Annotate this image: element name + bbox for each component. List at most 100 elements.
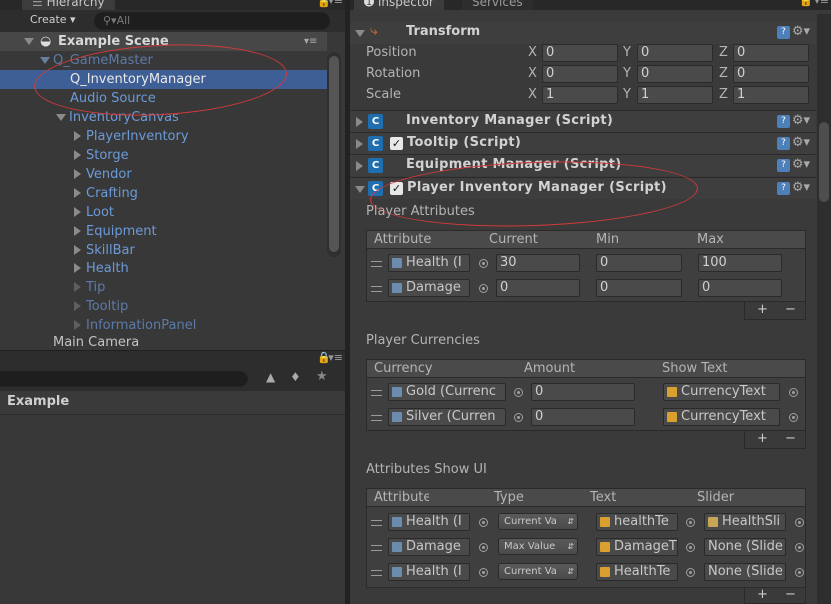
hierarchy-item-tip[interactable]: Tip (0, 278, 327, 297)
axis-x-label[interactable]: X (528, 43, 537, 62)
amount-field[interactable]: 0 (531, 383, 635, 401)
panel-menu-icon[interactable]: ▾≡ (814, 0, 829, 7)
object-picker-icon[interactable] (479, 568, 488, 577)
collapsed-triangle-icon[interactable] (356, 139, 363, 149)
gear-icon[interactable]: ⚙▾ (792, 157, 810, 172)
help-icon[interactable]: ? (777, 137, 790, 150)
slider-object-field[interactable]: None (Slide (704, 538, 786, 556)
rotation-x-field[interactable]: 0 (542, 65, 618, 83)
scale-x-field[interactable]: 1 (542, 86, 618, 104)
collapsed-triangle-icon[interactable] (74, 263, 81, 273)
remove-button[interactable]: − (785, 587, 796, 602)
filter-label-icon[interactable]: ♦ (290, 370, 301, 384)
scale-y-field[interactable]: 1 (637, 86, 713, 104)
help-icon[interactable]: ? (777, 159, 790, 172)
rotation-y-field[interactable]: 0 (637, 65, 713, 83)
attribute-object-field[interactable]: Health (I (388, 254, 470, 272)
hierarchy-item-equipment[interactable]: Equipment (0, 222, 327, 241)
current-field[interactable]: 30 (496, 254, 580, 272)
gear-icon[interactable]: ⚙▾ (792, 180, 810, 195)
min-field[interactable]: 0 (596, 254, 682, 272)
scale-z-field[interactable]: 1 (733, 86, 809, 104)
expand-triangle-icon[interactable] (56, 114, 66, 121)
hierarchy-item-vendor[interactable]: Vendor (0, 165, 327, 184)
panel-menu-icon[interactable]: ▾≡ (328, 351, 343, 364)
axis-x-label[interactable]: X (528, 85, 537, 104)
hierarchy-scrollbar[interactable] (327, 52, 341, 257)
drag-handle-icon[interactable] (371, 520, 382, 526)
collapsed-triangle-icon[interactable] (74, 131, 81, 141)
collapsed-triangle-icon[interactable] (74, 207, 81, 217)
show-text-object-field[interactable]: CurrencyText (663, 383, 780, 401)
object-picker-icon[interactable] (686, 568, 695, 577)
expand-triangle-icon[interactable] (355, 30, 365, 37)
min-field[interactable]: 0 (596, 279, 682, 297)
object-picker-icon[interactable] (686, 518, 695, 527)
remove-button[interactable]: − (785, 302, 796, 317)
attribute-object-field[interactable]: Health (I (388, 563, 470, 581)
position-x-field[interactable]: 0 (542, 44, 618, 62)
collapsed-triangle-icon[interactable] (74, 150, 81, 160)
collapsed-triangle-icon[interactable] (74, 245, 81, 255)
component-tooltip[interactable]: C ✓ Tooltip (Script) ? ⚙▾ (350, 132, 816, 154)
filter-type-icon[interactable]: ▲ (266, 370, 275, 384)
enabled-checkbox[interactable]: ✓ (390, 137, 403, 150)
drag-handle-icon[interactable] (371, 261, 382, 267)
drag-handle-icon[interactable] (371, 545, 382, 551)
scene-menu-icon[interactable]: ▾≡ (304, 32, 317, 51)
component-inventory-manager[interactable]: C Inventory Manager (Script) ? ⚙▾ (350, 110, 816, 132)
hierarchy-item-storge[interactable]: Storge (0, 146, 327, 165)
object-picker-icon[interactable] (479, 518, 488, 527)
hierarchy-item-skillbar[interactable]: SkillBar (0, 241, 327, 260)
expand-triangle-icon[interactable] (355, 186, 365, 193)
add-button[interactable]: + (757, 587, 768, 602)
tab-inspector[interactable]: ➊ Inspector (354, 0, 444, 10)
drag-handle-icon[interactable] (371, 286, 382, 292)
help-icon[interactable]: ? (777, 182, 790, 195)
add-button[interactable]: + (757, 431, 768, 446)
help-icon[interactable]: ? (777, 26, 790, 39)
create-button[interactable]: Create ▾ (30, 13, 76, 26)
show-text-object-field[interactable]: CurrencyText (663, 408, 780, 426)
collapsed-triangle-icon[interactable] (74, 169, 81, 179)
axis-y-label[interactable]: Y (623, 64, 631, 83)
collapsed-triangle-icon[interactable] (356, 117, 363, 127)
expand-triangle-icon[interactable] (24, 38, 34, 45)
collapsed-triangle-icon[interactable] (356, 161, 363, 171)
object-picker-icon[interactable] (789, 413, 798, 422)
currency-object-field[interactable]: Gold (Currenc (388, 383, 506, 401)
object-picker-icon[interactable] (479, 284, 488, 293)
object-picker-icon[interactable] (795, 568, 804, 577)
hierarchy-item-tooltip[interactable]: Tooltip (0, 297, 327, 316)
object-picker-icon[interactable] (686, 543, 695, 552)
attribute-object-field[interactable]: Damage (388, 279, 470, 297)
hierarchy-item-crafting[interactable]: Crafting (0, 184, 327, 203)
object-picker-icon[interactable] (795, 543, 804, 552)
object-picker-icon[interactable] (514, 388, 523, 397)
transform-header[interactable]: ⤷ Transform ? ⚙▾ (350, 22, 816, 44)
collapsed-triangle-icon[interactable] (74, 282, 81, 292)
slider-object-field[interactable]: None (Slide (704, 563, 786, 581)
attribute-object-field[interactable]: Damage (388, 538, 470, 556)
max-field[interactable]: 100 (698, 254, 782, 272)
axis-z-label[interactable]: Z (719, 43, 728, 62)
hierarchy-item-loot[interactable]: Loot (0, 203, 327, 222)
rotation-z-field[interactable]: 0 (733, 65, 809, 83)
drag-handle-icon[interactable] (371, 390, 382, 396)
axis-z-label[interactable]: Z (719, 85, 728, 104)
position-y-field[interactable]: 0 (637, 44, 713, 62)
object-picker-icon[interactable] (795, 518, 804, 527)
currency-object-field[interactable]: Silver (Curren (388, 408, 506, 426)
scroll-thumb[interactable] (819, 122, 829, 202)
max-field[interactable]: 0 (698, 279, 782, 297)
current-field[interactable]: 0 (496, 279, 580, 297)
axis-y-label[interactable]: Y (623, 85, 631, 104)
gear-icon[interactable]: ⚙▾ (792, 24, 810, 39)
remove-button[interactable]: − (785, 431, 796, 446)
inspector-scrollbar[interactable] (817, 14, 831, 604)
drag-handle-icon[interactable] (371, 415, 382, 421)
type-dropdown[interactable]: Current Va ⇵ (498, 513, 578, 530)
collapsed-triangle-icon[interactable] (74, 226, 81, 236)
object-picker-icon[interactable] (514, 413, 523, 422)
collapsed-triangle-icon[interactable] (74, 301, 81, 311)
